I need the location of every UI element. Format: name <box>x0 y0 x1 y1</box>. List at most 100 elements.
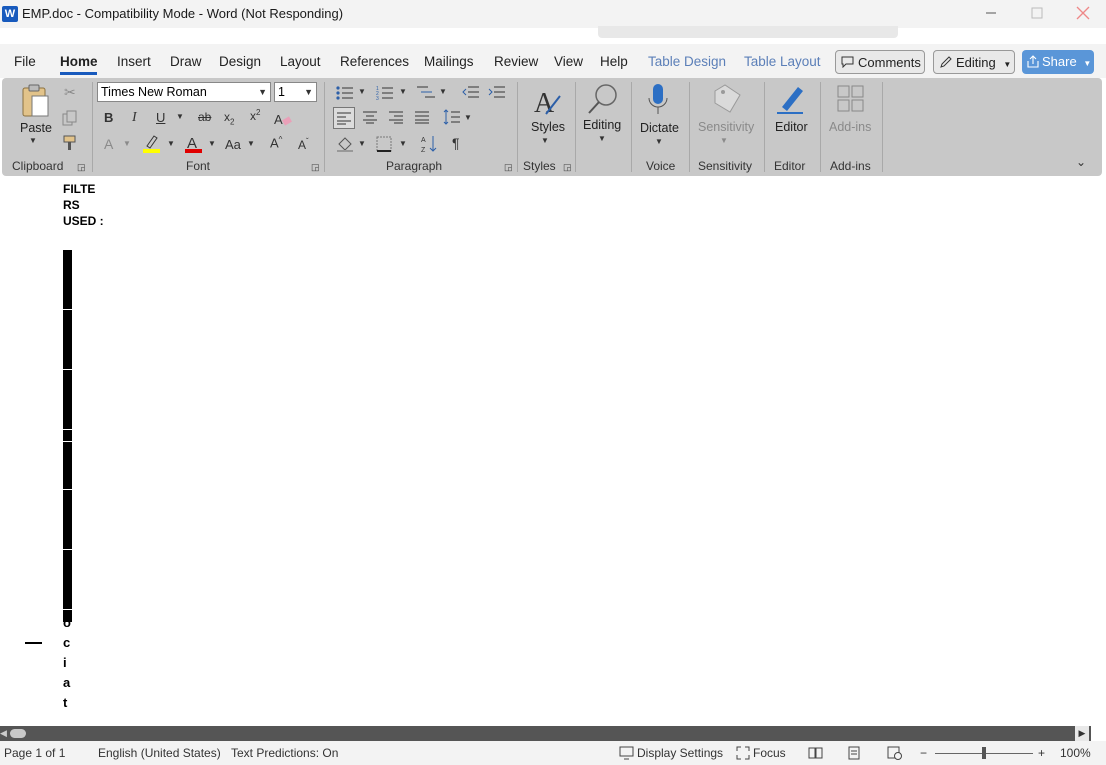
zoom-level[interactable]: 100% <box>1060 746 1091 760</box>
increase-indent-icon[interactable] <box>488 85 506 99</box>
chevron-down-icon[interactable]: ▼ <box>439 87 447 96</box>
text-effects-icon[interactable]: A <box>104 136 113 152</box>
page-count[interactable]: Page 1 of 1 <box>4 746 65 760</box>
tab-insert[interactable]: Insert <box>117 54 151 69</box>
tab-table-layout[interactable]: Table Layout <box>744 54 821 69</box>
focus-button[interactable]: Focus <box>753 746 786 760</box>
collapse-ribbon-icon[interactable]: ⌄ <box>1076 155 1086 169</box>
chevron-down-icon[interactable]: ▼ <box>167 139 175 148</box>
clear-formatting-icon[interactable]: A <box>274 111 292 127</box>
scrollbar-thumb[interactable] <box>10 729 26 738</box>
tab-references[interactable]: References <box>340 54 409 69</box>
zoom-out-button[interactable]: − <box>920 746 927 760</box>
maximize-button[interactable] <box>1014 0 1060 28</box>
add-ins-grid-icon[interactable] <box>836 84 866 114</box>
text-predictions-status[interactable]: Text Predictions: On <box>231 746 338 760</box>
tab-mailings[interactable]: Mailings <box>424 54 474 69</box>
tab-design[interactable]: Design <box>219 54 261 69</box>
sort-icon[interactable]: AZ <box>421 134 439 154</box>
underline-icon[interactable]: U <box>156 110 165 125</box>
word-app-icon[interactable]: W <box>2 6 18 22</box>
borders-icon[interactable] <box>376 136 392 152</box>
numbering-icon[interactable]: 123 <box>376 85 394 100</box>
show-formatting-marks-icon[interactable]: ¶ <box>452 135 460 151</box>
sensitivity-label-icon[interactable] <box>712 83 742 115</box>
tab-draw[interactable]: Draw <box>170 54 202 69</box>
chevron-down-icon[interactable]: ▼ <box>258 83 267 101</box>
font-name-combo[interactable]: Times New Roman ▼ <box>97 82 271 102</box>
chevron-down-icon[interactable]: ▼ <box>399 139 407 148</box>
tab-layout[interactable]: Layout <box>280 54 321 69</box>
chevron-down-icon[interactable]: ▼ <box>598 134 606 143</box>
scroll-left-icon[interactable]: ◀ <box>0 726 10 741</box>
superscript-icon[interactable]: x2 <box>250 108 260 123</box>
web-layout-icon[interactable] <box>887 746 902 760</box>
tab-view[interactable]: View <box>554 54 583 69</box>
editing-mode-button[interactable]: Editing ▼ <box>933 50 1015 74</box>
styles-button-label[interactable]: Styles <box>531 120 565 134</box>
close-button[interactable] <box>1060 0 1106 28</box>
font-color-icon[interactable]: A <box>184 134 204 154</box>
justify-icon[interactable] <box>415 111 430 124</box>
focus-mode-icon[interactable] <box>736 746 750 760</box>
chevron-down-icon[interactable]: ▼ <box>464 113 472 122</box>
format-painter-icon[interactable] <box>62 135 78 151</box>
chevron-down-icon[interactable]: ▼ <box>176 112 184 121</box>
dialog-launcher-icon[interactable]: ◲ <box>77 162 86 173</box>
chevron-down-icon[interactable]: ▼ <box>123 139 131 148</box>
language-indicator[interactable]: English (United States) <box>98 746 221 760</box>
comments-button[interactable]: Comments <box>835 50 925 74</box>
subscript-icon[interactable]: x2 <box>224 110 234 126</box>
highlight-color-icon[interactable] <box>142 134 162 154</box>
tab-table-design[interactable]: Table Design <box>648 54 726 69</box>
chevron-down-icon[interactable]: ▼ <box>208 139 216 148</box>
shading-icon[interactable] <box>336 135 354 153</box>
align-left-button[interactable] <box>333 107 355 129</box>
editor-button-label[interactable]: Editor <box>775 120 808 134</box>
display-settings-button[interactable]: Display Settings <box>637 746 723 760</box>
chevron-down-icon[interactable]: ▼ <box>655 137 663 146</box>
read-mode-icon[interactable] <box>808 746 823 759</box>
change-case-button[interactable]: Aa <box>225 137 241 152</box>
editing-group-button-label[interactable]: Editing <box>583 118 621 132</box>
copy-icon[interactable] <box>62 110 78 126</box>
dialog-launcher-icon[interactable]: ◲ <box>563 162 572 173</box>
font-size-combo[interactable]: 1 ▼ <box>274 82 317 102</box>
chevron-down-icon[interactable]: ▼ <box>358 139 366 148</box>
microphone-icon[interactable] <box>647 83 669 117</box>
horizontal-scrollbar[interactable] <box>0 726 1091 741</box>
tab-home[interactable]: Home <box>60 54 98 69</box>
zoom-in-button[interactable]: + <box>1038 746 1045 760</box>
grow-font-icon[interactable]: A^ <box>270 135 282 150</box>
align-right-icon[interactable] <box>389 111 404 124</box>
italic-icon[interactable]: I <box>132 110 137 126</box>
chevron-down-icon[interactable]: ▼ <box>358 87 366 96</box>
decrease-indent-icon[interactable] <box>462 85 480 99</box>
editor-pen-icon[interactable] <box>774 83 806 117</box>
cut-icon[interactable]: ✂ <box>64 84 76 101</box>
tab-file[interactable]: File <box>14 54 36 69</box>
chevron-down-icon[interactable]: ▼ <box>720 136 728 145</box>
bullets-icon[interactable] <box>336 86 354 100</box>
minimize-button[interactable] <box>968 0 1014 28</box>
display-settings-icon[interactable] <box>619 746 634 760</box>
find-magnifier-icon[interactable] <box>586 82 620 116</box>
zoom-slider-thumb[interactable] <box>982 747 986 759</box>
align-center-icon[interactable] <box>363 111 378 124</box>
tab-help[interactable]: Help <box>600 54 628 69</box>
chevron-down-icon[interactable]: ▼ <box>304 83 313 101</box>
sensitivity-button-label[interactable]: Sensitivity <box>698 120 754 134</box>
add-ins-button-label[interactable]: Add-ins <box>829 120 871 134</box>
bold-icon[interactable]: B <box>104 110 113 125</box>
paste-label[interactable]: Paste <box>20 121 52 135</box>
dictate-label[interactable]: Dictate <box>640 121 679 135</box>
chevron-down-icon[interactable]: ▼ <box>29 136 37 145</box>
strikethrough-icon[interactable]: ab <box>198 110 211 124</box>
print-layout-icon[interactable] <box>848 746 860 760</box>
multilevel-list-icon[interactable] <box>416 85 436 100</box>
chevron-down-icon[interactable]: ▼ <box>247 139 255 148</box>
document-canvas[interactable]: FILTE RS USED : o c i a t <box>0 176 1106 726</box>
styles-gallery-icon[interactable]: A <box>532 84 564 118</box>
share-button[interactable]: Share ▼ <box>1022 50 1094 74</box>
chevron-down-icon[interactable]: ▼ <box>541 136 549 145</box>
